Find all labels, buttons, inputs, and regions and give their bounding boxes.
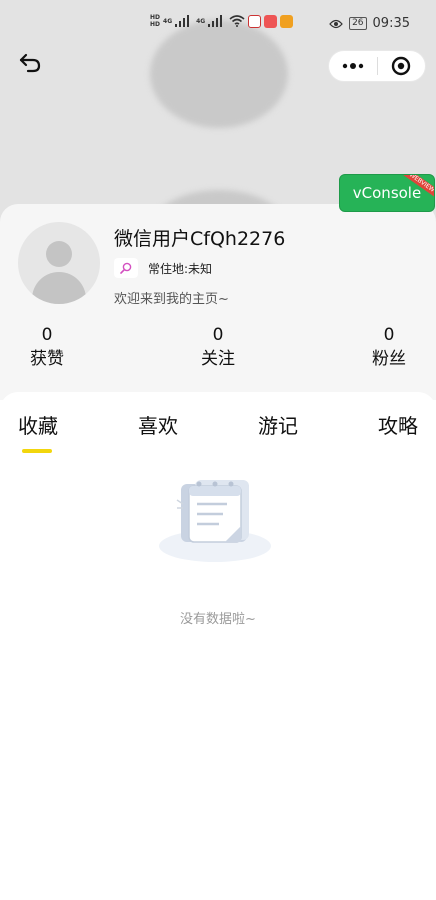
stat-label: 关注 — [201, 349, 235, 369]
target-close-icon — [392, 56, 411, 76]
vconsole-label: vConsole — [352, 184, 422, 202]
stat-label: 粉丝 — [372, 349, 406, 369]
signal-icon — [175, 15, 193, 27]
stat-value: 0 — [212, 325, 224, 345]
profile-intro: 欢迎来到我的主页~ — [114, 292, 229, 307]
signal-icon — [208, 15, 226, 27]
network-type: 4G — [163, 17, 173, 25]
stat-following[interactable]: 0 关注 — [188, 324, 248, 372]
profile-stats: 0 获赞 0 关注 0 粉丝 — [0, 324, 436, 384]
empty-state-text: 没有数据啦~ — [180, 612, 256, 627]
wifi-icon — [229, 15, 245, 27]
location-pin-icon — [114, 258, 138, 278]
location-row: 常住地: 未知 — [114, 258, 212, 278]
more-dots-icon — [342, 63, 363, 69]
battery-indicator: 26 — [349, 17, 367, 30]
close-button[interactable] — [377, 51, 425, 81]
app-notification-icon — [280, 14, 294, 28]
stat-value: 0 — [41, 325, 53, 345]
app-notification-icon — [264, 14, 278, 28]
status-bar: HD HD 4G 4G 26 09:35 — [0, 12, 436, 38]
empty-notebook-icon — [155, 470, 275, 570]
stat-likes[interactable]: 0 获赞 — [17, 324, 77, 372]
profile-card: 微信用户CfQh2276 常住地: 未知 欢迎来到我的主页~ 0 获赞 0 关注… — [0, 204, 436, 400]
vconsole-button[interactable]: vConsole WEBVIEW — [339, 174, 435, 212]
content-card: 收藏 喜欢 游记 攻略 — [0, 392, 436, 900]
tab-travel-notes[interactable]: 游记 — [258, 410, 298, 439]
app-notification-icon — [248, 14, 262, 28]
more-button[interactable] — [329, 51, 377, 81]
tab-likes[interactable]: 喜欢 — [138, 410, 178, 439]
network-type: 4G — [196, 17, 206, 25]
miniprogram-capsule — [328, 50, 426, 82]
status-indicators: HD HD 4G 4G — [150, 14, 294, 28]
status-right: 26 09:35 — [329, 16, 410, 31]
eye-icon — [329, 19, 343, 28]
back-button[interactable] — [18, 50, 44, 76]
tab-bar: 收藏 喜欢 游记 攻略 — [0, 410, 436, 453]
active-tab-indicator — [22, 449, 52, 453]
tab-favorites[interactable]: 收藏 — [18, 410, 58, 439]
stat-followers[interactable]: 0 粉丝 — [359, 324, 419, 372]
stat-label: 获赞 — [30, 349, 64, 369]
tab-guides[interactable]: 攻略 — [378, 410, 418, 439]
back-arrow-icon — [19, 53, 41, 73]
stat-value: 0 — [383, 325, 395, 345]
clock: 09:35 — [372, 16, 410, 31]
location-label: 常住地: — [148, 261, 189, 276]
hd-badge: HD HD — [150, 14, 161, 28]
avatar[interactable] — [18, 222, 100, 304]
location-value: 未知 — [188, 261, 213, 276]
username: 微信用户CfQh2276 — [114, 228, 286, 250]
